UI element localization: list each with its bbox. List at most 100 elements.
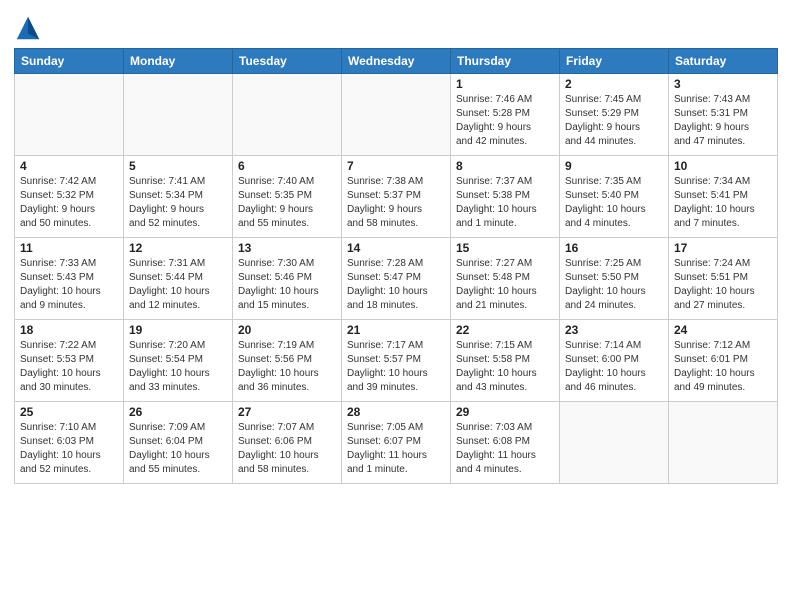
day-info: Sunrise: 7:42 AM Sunset: 5:32 PM Dayligh… bbox=[20, 175, 118, 231]
day-cell: 26 Sunrise: 7:09 AM Sunset: 6:04 PM Dayli… bbox=[124, 402, 233, 484]
day-number: 8 bbox=[456, 159, 554, 173]
day-info: Sunrise: 7:24 AM Sunset: 5:51 PM Dayligh… bbox=[674, 257, 772, 313]
day-cell: 6 Sunrise: 7:40 AM Sunset: 5:35 PM Daylig… bbox=[233, 156, 342, 238]
day-cell: 3 Sunrise: 7:43 AM Sunset: 5:31 PM Daylig… bbox=[669, 74, 778, 156]
day-number: 14 bbox=[347, 241, 445, 255]
day-cell bbox=[233, 74, 342, 156]
day-number: 21 bbox=[347, 323, 445, 337]
day-info: Sunrise: 7:17 AM Sunset: 5:57 PM Dayligh… bbox=[347, 339, 445, 395]
day-number: 23 bbox=[565, 323, 663, 337]
day-number: 4 bbox=[20, 159, 118, 173]
day-cell: 15 Sunrise: 7:27 AM Sunset: 5:48 PM Dayli… bbox=[451, 238, 560, 320]
day-number: 9 bbox=[565, 159, 663, 173]
day-info: Sunrise: 7:46 AM Sunset: 5:28 PM Dayligh… bbox=[456, 93, 554, 149]
day-cell: 23 Sunrise: 7:14 AM Sunset: 6:00 PM Dayli… bbox=[560, 320, 669, 402]
week-row-5: 25 Sunrise: 7:10 AM Sunset: 6:03 PM Dayli… bbox=[15, 402, 778, 484]
day-info: Sunrise: 7:31 AM Sunset: 5:44 PM Dayligh… bbox=[129, 257, 227, 313]
day-info: Sunrise: 7:09 AM Sunset: 6:04 PM Dayligh… bbox=[129, 421, 227, 477]
day-cell: 29Sunrise: 7:03 AM Sunset: 6:08 PM Dayli… bbox=[451, 402, 560, 484]
day-cell: 9 Sunrise: 7:35 AM Sunset: 5:40 PM Daylig… bbox=[560, 156, 669, 238]
day-cell bbox=[669, 402, 778, 484]
weekday-header-thursday: Thursday bbox=[451, 49, 560, 74]
day-number: 20 bbox=[238, 323, 336, 337]
day-number: 2 bbox=[565, 77, 663, 91]
day-info: Sunrise: 7:30 AM Sunset: 5:46 PM Dayligh… bbox=[238, 257, 336, 313]
day-number: 25 bbox=[20, 405, 118, 419]
week-row-2: 4 Sunrise: 7:42 AM Sunset: 5:32 PM Daylig… bbox=[15, 156, 778, 238]
week-row-4: 18 Sunrise: 7:22 AM Sunset: 5:53 PM Dayli… bbox=[15, 320, 778, 402]
day-number: 28 bbox=[347, 405, 445, 419]
day-number: 18 bbox=[20, 323, 118, 337]
day-info: Sunrise: 7:20 AM Sunset: 5:54 PM Dayligh… bbox=[129, 339, 227, 395]
weekday-header-friday: Friday bbox=[560, 49, 669, 74]
day-cell: 20 Sunrise: 7:19 AM Sunset: 5:56 PM Dayli… bbox=[233, 320, 342, 402]
weekday-header-saturday: Saturday bbox=[669, 49, 778, 74]
day-cell: 1 Sunrise: 7:46 AM Sunset: 5:28 PM Daylig… bbox=[451, 74, 560, 156]
day-number: 27 bbox=[238, 405, 336, 419]
day-cell: 19 Sunrise: 7:20 AM Sunset: 5:54 PM Dayli… bbox=[124, 320, 233, 402]
day-cell: 22Sunrise: 7:15 AM Sunset: 5:58 PM Dayli… bbox=[451, 320, 560, 402]
calendar-table: SundayMondayTuesdayWednesdayThursdayFrid… bbox=[14, 48, 778, 484]
day-info: Sunrise: 7:34 AM Sunset: 5:41 PM Dayligh… bbox=[674, 175, 772, 231]
day-info: Sunrise: 7:35 AM Sunset: 5:40 PM Dayligh… bbox=[565, 175, 663, 231]
day-cell: 7 Sunrise: 7:38 AM Sunset: 5:37 PM Daylig… bbox=[342, 156, 451, 238]
day-number: 7 bbox=[347, 159, 445, 173]
day-info: Sunrise: 7:07 AM Sunset: 6:06 PM Dayligh… bbox=[238, 421, 336, 477]
day-number: 6 bbox=[238, 159, 336, 173]
day-info: Sunrise: 7:05 AM Sunset: 6:07 PM Dayligh… bbox=[347, 421, 445, 477]
day-info: Sunrise: 7:40 AM Sunset: 5:35 PM Dayligh… bbox=[238, 175, 336, 231]
day-number: 12 bbox=[129, 241, 227, 255]
day-info: Sunrise: 7:45 AM Sunset: 5:29 PM Dayligh… bbox=[565, 93, 663, 149]
day-info: Sunrise: 7:10 AM Sunset: 6:03 PM Dayligh… bbox=[20, 421, 118, 477]
day-number: 24 bbox=[674, 323, 772, 337]
day-info: Sunrise: 7:27 AM Sunset: 5:48 PM Dayligh… bbox=[456, 257, 554, 313]
day-info: Sunrise: 7:25 AM Sunset: 5:50 PM Dayligh… bbox=[565, 257, 663, 313]
weekday-header-monday: Monday bbox=[124, 49, 233, 74]
day-cell bbox=[15, 74, 124, 156]
week-row-1: 1 Sunrise: 7:46 AM Sunset: 5:28 PM Daylig… bbox=[15, 74, 778, 156]
day-cell: 28 Sunrise: 7:05 AM Sunset: 6:07 PM Dayli… bbox=[342, 402, 451, 484]
day-cell bbox=[560, 402, 669, 484]
day-info: Sunrise: 7:43 AM Sunset: 5:31 PM Dayligh… bbox=[674, 93, 772, 149]
day-cell: 11 Sunrise: 7:33 AM Sunset: 5:43 PM Dayli… bbox=[15, 238, 124, 320]
day-number: 15 bbox=[456, 241, 554, 255]
day-info: Sunrise: 7:41 AM Sunset: 5:34 PM Dayligh… bbox=[129, 175, 227, 231]
day-number: 1 bbox=[456, 77, 554, 91]
day-cell: 27 Sunrise: 7:07 AM Sunset: 6:06 PM Dayli… bbox=[233, 402, 342, 484]
day-cell: 2 Sunrise: 7:45 AM Sunset: 5:29 PM Daylig… bbox=[560, 74, 669, 156]
day-info: Sunrise: 7:38 AM Sunset: 5:37 PM Dayligh… bbox=[347, 175, 445, 231]
day-number: 5 bbox=[129, 159, 227, 173]
day-cell: 17 Sunrise: 7:24 AM Sunset: 5:51 PM Dayli… bbox=[669, 238, 778, 320]
day-cell: 12 Sunrise: 7:31 AM Sunset: 5:44 PM Dayli… bbox=[124, 238, 233, 320]
day-number: 11 bbox=[20, 241, 118, 255]
page-container: SundayMondayTuesdayWednesdayThursdayFrid… bbox=[0, 0, 792, 490]
day-cell bbox=[124, 74, 233, 156]
day-cell: 24 Sunrise: 7:12 AM Sunset: 6:01 PM Dayli… bbox=[669, 320, 778, 402]
day-info: Sunrise: 7:14 AM Sunset: 6:00 PM Dayligh… bbox=[565, 339, 663, 395]
day-info: Sunrise: 7:28 AM Sunset: 5:47 PM Dayligh… bbox=[347, 257, 445, 313]
day-info: Sunrise: 7:33 AM Sunset: 5:43 PM Dayligh… bbox=[20, 257, 118, 313]
day-cell: 14 Sunrise: 7:28 AM Sunset: 5:47 PM Dayli… bbox=[342, 238, 451, 320]
weekday-header-sunday: Sunday bbox=[15, 49, 124, 74]
day-cell: 4 Sunrise: 7:42 AM Sunset: 5:32 PM Daylig… bbox=[15, 156, 124, 238]
day-info: Sunrise: 7:22 AM Sunset: 5:53 PM Dayligh… bbox=[20, 339, 118, 395]
day-cell bbox=[342, 74, 451, 156]
weekday-header-row: SundayMondayTuesdayWednesdayThursdayFrid… bbox=[15, 49, 778, 74]
day-number: 13 bbox=[238, 241, 336, 255]
day-cell: 25 Sunrise: 7:10 AM Sunset: 6:03 PM Dayli… bbox=[15, 402, 124, 484]
day-number: 29 bbox=[456, 405, 554, 419]
day-cell: 16 Sunrise: 7:25 AM Sunset: 5:50 PM Dayli… bbox=[560, 238, 669, 320]
day-cell: 10 Sunrise: 7:34 AM Sunset: 5:41 PM Dayli… bbox=[669, 156, 778, 238]
day-number: 22 bbox=[456, 323, 554, 337]
day-cell: 5 Sunrise: 7:41 AM Sunset: 5:34 PM Daylig… bbox=[124, 156, 233, 238]
day-number: 16 bbox=[565, 241, 663, 255]
day-number: 3 bbox=[674, 77, 772, 91]
header bbox=[14, 10, 778, 42]
day-number: 26 bbox=[129, 405, 227, 419]
day-number: 10 bbox=[674, 159, 772, 173]
day-number: 17 bbox=[674, 241, 772, 255]
day-info: Sunrise: 7:19 AM Sunset: 5:56 PM Dayligh… bbox=[238, 339, 336, 395]
day-info: Sunrise: 7:12 AM Sunset: 6:01 PM Dayligh… bbox=[674, 339, 772, 395]
day-number: 19 bbox=[129, 323, 227, 337]
day-cell: 13 Sunrise: 7:30 AM Sunset: 5:46 PM Dayli… bbox=[233, 238, 342, 320]
